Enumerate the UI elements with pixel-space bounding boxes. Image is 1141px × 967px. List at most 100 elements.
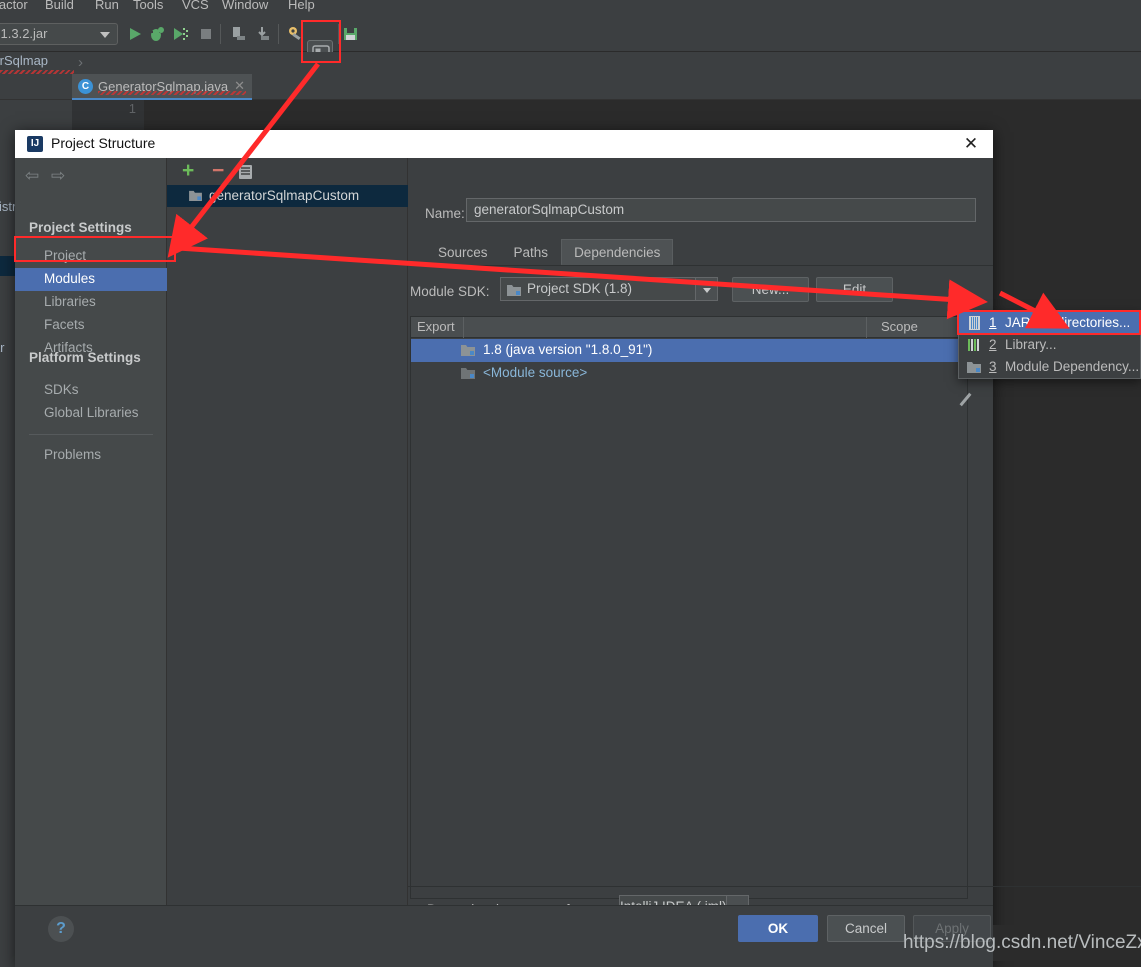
menu-build[interactable]: Build <box>45 0 74 12</box>
line-number: 1 <box>128 101 136 116</box>
run-configuration-label: or-core-1.3.2.jar <box>0 26 48 41</box>
java-class-icon: C <box>78 79 93 94</box>
sidebar-item-modules[interactable]: Modules <box>15 268 167 291</box>
menu-vcs[interactable]: VCS <box>182 0 209 12</box>
stop-icon <box>197 25 215 43</box>
ide-toolbar: or-core-1.3.2.jar <box>0 18 1141 66</box>
library-icon <box>968 339 979 351</box>
chevron-down-icon <box>100 32 110 38</box>
chevron-down-icon[interactable] <box>695 278 717 300</box>
new-sdk-button[interactable]: New... <box>732 277 809 302</box>
editor-tab-error-underline <box>98 91 246 95</box>
sidebar-item-libraries[interactable]: Libraries <box>15 291 167 314</box>
menu-item-label: Module Dependency... <box>1005 359 1140 374</box>
module-sdk-select[interactable]: Project SDK (1.8) <box>500 277 718 301</box>
ide-menu-bar: efactor Build Run Tools VCS Window Help <box>0 0 1141 18</box>
debug-icon[interactable] <box>148 25 166 43</box>
dependencies-table: Export Scope 1.8 (java version "1.8.0_91… <box>410 316 968 899</box>
name-label: Name: <box>425 206 465 221</box>
project-jar-label: jar <box>0 340 5 355</box>
tab-sources[interactable]: Sources <box>425 239 501 265</box>
edit-sdk-button[interactable]: Edit <box>816 277 893 302</box>
sidebar-item-artifacts[interactable]: Artifacts <box>15 337 167 360</box>
run-configuration-selector[interactable]: or-core-1.3.2.jar <box>0 23 118 45</box>
folder-icon <box>507 285 521 296</box>
cancel-button[interactable]: Cancel <box>827 915 905 942</box>
sidebar-item-sdks[interactable]: SDKs <box>15 379 167 402</box>
sidebar-item-facets[interactable]: Facets <box>15 314 167 337</box>
table-row-label: 1.8 (java version "1.8.0_91") <box>483 342 653 357</box>
menu-item-library[interactable]: 2 Library... <box>959 334 1140 356</box>
menu-refactor[interactable]: efactor <box>0 0 28 12</box>
sidebar-group-project-settings: Project Settings <box>29 220 132 235</box>
menu-vcs-label: VCS <box>182 0 209 12</box>
ok-button[interactable]: OK <box>738 915 818 942</box>
table-row[interactable]: <Module source> <box>411 362 967 385</box>
sidebar-nav-arrows: ⇦ ⇨ <box>25 166 85 188</box>
save-all-icon[interactable] <box>342 25 360 43</box>
back-arrow-icon[interactable]: ⇦ <box>25 166 39 186</box>
annotation-box-jars-menu-item <box>957 310 1141 335</box>
dependencies-table-header: Export Scope <box>411 317 967 338</box>
run-icon[interactable] <box>126 25 144 43</box>
modules-list-panel: + − generatorSqlmapCustom <box>167 158 408 933</box>
module-list-item-label: generatorSqlmapCustom <box>209 188 360 203</box>
deploy-icon[interactable] <box>254 25 272 43</box>
menu-run[interactable]: Run <box>95 0 119 12</box>
ide-breadcrumb: eratorSqlmap › <box>0 52 1141 74</box>
breadcrumb-chevron-icon: › <box>78 54 83 71</box>
close-icon[interactable]: ✕ <box>959 133 983 155</box>
dialog-title-bar: IJ Project Structure ✕ <box>15 130 993 158</box>
module-icon <box>967 362 981 373</box>
menu-window[interactable]: Window <box>222 0 268 12</box>
menu-help[interactable]: Help <box>288 0 315 12</box>
dialog-title: Project Structure <box>51 135 156 151</box>
menu-item-label: Library... <box>1005 337 1057 352</box>
tabs-underline <box>408 265 993 266</box>
table-row[interactable]: 1.8 (java version "1.8.0_91") <box>411 339 967 362</box>
column-header-export[interactable]: Export <box>417 319 455 334</box>
module-list-item-generatorsqlmapcustom[interactable]: generatorSqlmapCustom <box>167 185 408 207</box>
run-with-coverage-icon[interactable] <box>172 25 190 43</box>
remove-module-icon[interactable]: − <box>212 160 224 181</box>
menu-window-label: Window <box>222 0 269 12</box>
edit-icon[interactable] <box>959 392 972 407</box>
module-source-icon <box>461 368 475 379</box>
editor-tab-strip: C GeneratorSqlmap.java ✕ <box>0 74 1141 167</box>
add-dependency-icon[interactable]: + <box>960 289 973 311</box>
menu-item-module-dependency[interactable]: 3 Module Dependency... <box>959 356 1140 378</box>
module-sdk-value: Project SDK (1.8) <box>527 281 633 296</box>
editor-tab-generatorsqlmap[interactable]: C GeneratorSqlmap.java ✕ <box>72 74 253 100</box>
sidebar-item-problems[interactable]: Problems <box>15 444 167 467</box>
add-module-icon[interactable]: + <box>182 160 194 181</box>
menu-refactor-label: efactor <box>0 0 28 12</box>
forward-arrow-icon[interactable]: ⇨ <box>51 166 65 186</box>
menu-run-label: Run <box>95 0 119 12</box>
module-detail-panel: Name: generatorSqlmapCustom Sources Path… <box>408 158 1141 933</box>
copy-module-icon[interactable] <box>239 165 252 179</box>
dialog-body: ⇦ ⇨ Project Settings Platform Settings P… <box>15 158 1141 933</box>
tab-paths[interactable]: Paths <box>501 239 562 265</box>
modules-toolbar: + − <box>167 158 408 185</box>
tab-dependencies[interactable]: Dependencies <box>561 239 674 265</box>
breadcrumb-label[interactable]: eratorSqlmap <box>0 53 48 68</box>
settings-sidebar: ⇦ ⇨ Project Settings Platform Settings P… <box>15 158 167 933</box>
sidebar-item-global-libraries[interactable]: Global Libraries <box>15 402 167 425</box>
module-sdk-label: Module SDK: <box>410 284 490 299</box>
module-name-value: generatorSqlmapCustom <box>474 202 625 217</box>
update-application-icon[interactable] <box>230 25 248 43</box>
help-button[interactable]: ? <box>48 916 74 942</box>
column-header-scope[interactable]: Scope <box>881 319 918 334</box>
menu-item-number: 3 <box>989 359 997 374</box>
menu-tools[interactable]: Tools <box>133 0 163 12</box>
folder-icon <box>189 190 202 201</box>
sdk-folder-icon <box>461 345 475 356</box>
annotation-box-modules <box>14 236 176 262</box>
menu-item-number: 2 <box>989 337 997 352</box>
menu-build-label: Build <box>45 0 74 12</box>
module-name-input[interactable]: generatorSqlmapCustom <box>466 198 976 222</box>
sidebar-divider <box>29 434 153 435</box>
annotation-box-project-structure <box>301 20 341 63</box>
screenshot-root: efactor Build Run Tools VCS Window Help … <box>0 0 1141 967</box>
intellij-logo-icon: IJ <box>27 136 43 152</box>
